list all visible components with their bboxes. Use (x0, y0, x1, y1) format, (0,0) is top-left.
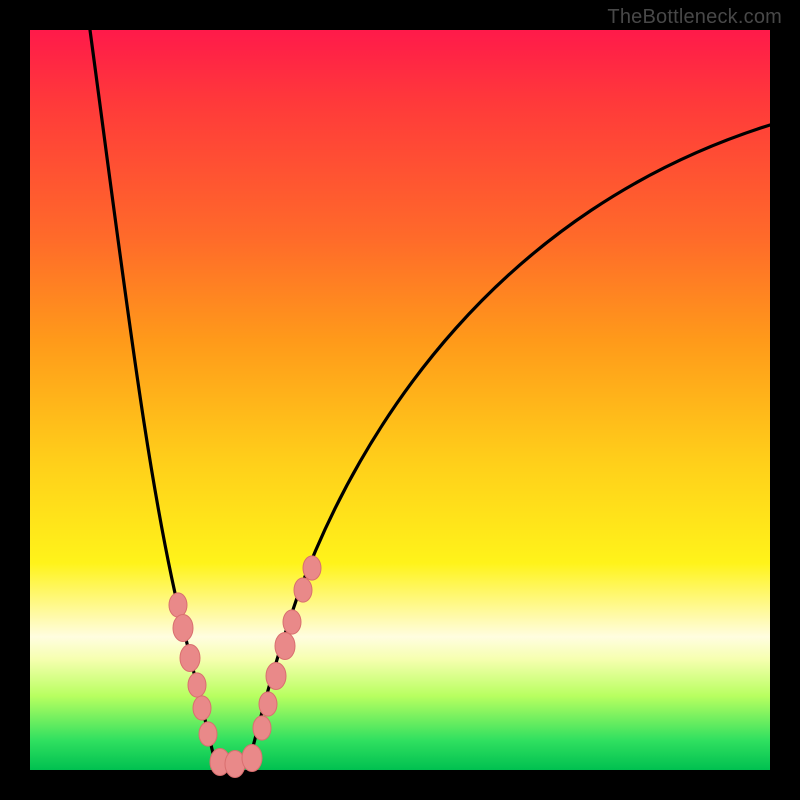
stage: TheBottleneck.com (0, 0, 800, 800)
curve-svg (30, 30, 770, 770)
bead-point (303, 556, 321, 580)
series-right-branch (248, 125, 770, 766)
bead-point (169, 593, 187, 617)
bead-point (242, 745, 262, 772)
bead-point (199, 722, 217, 746)
curve-beads (169, 556, 321, 778)
bead-point (253, 716, 271, 740)
watermark-text: TheBottleneck.com (607, 6, 782, 29)
bead-point (283, 610, 301, 634)
bead-point (180, 645, 200, 672)
bead-point (266, 663, 286, 690)
bead-point (259, 692, 277, 716)
bead-point (173, 615, 193, 642)
bead-point (294, 578, 312, 602)
bead-point (193, 696, 211, 720)
plot-area (30, 30, 770, 770)
bead-point (275, 633, 295, 660)
bead-point (188, 673, 206, 697)
